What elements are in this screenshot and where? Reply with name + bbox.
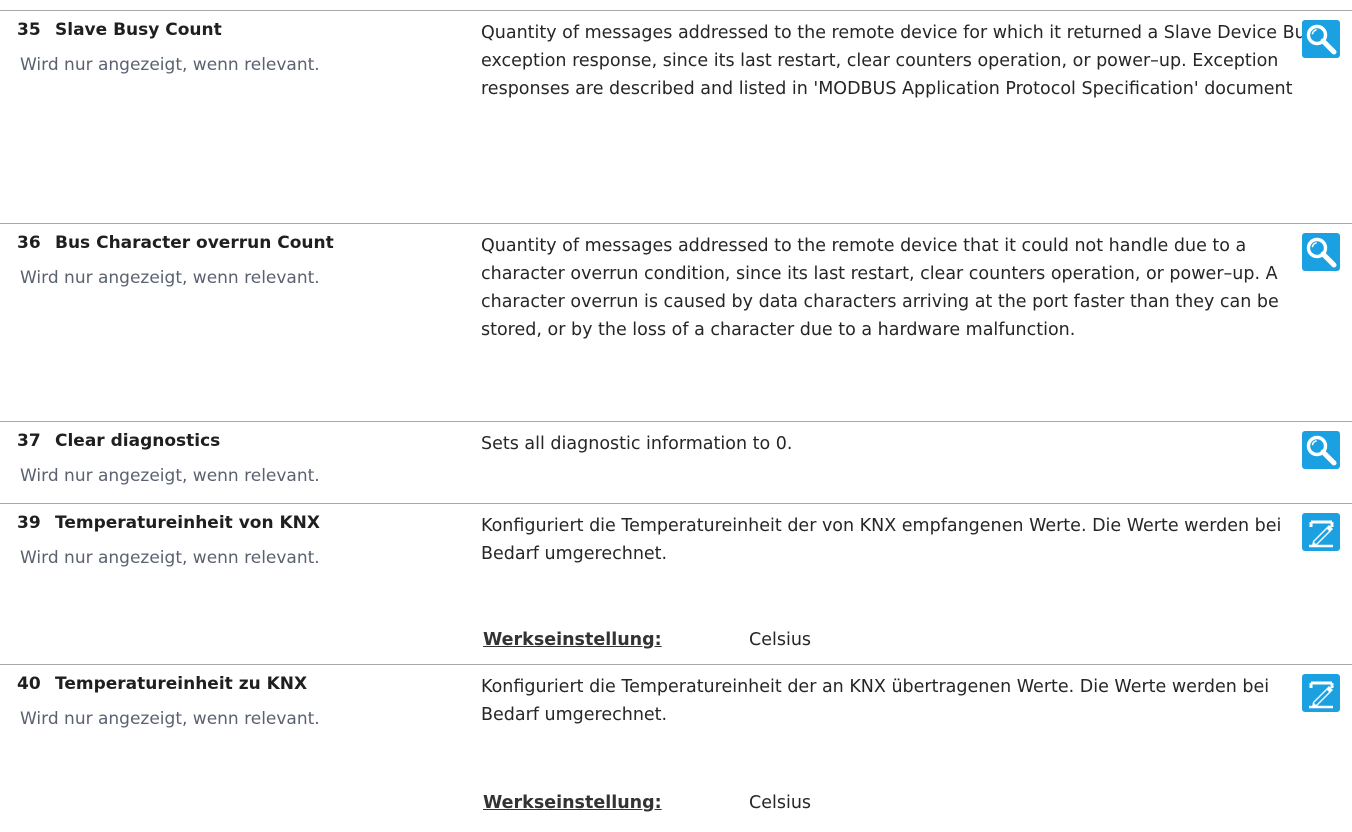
magnifier-icon [1302,431,1340,469]
default-setting: Werkseinstellung: Celsius [483,793,811,813]
parameter-title: Temperatureinheit zu KNX [55,674,308,694]
parameter-description: Konfiguriert die Temperatureinheit der a… [481,677,1270,725]
default-setting-label: Werkseinstellung: [483,630,662,650]
default-setting-label: Werkseinstellung: [483,793,662,813]
default-setting: Werkseinstellung: Celsius [483,630,811,650]
parameter-row-40: 40 Temperatureinheit zu KNX Wird nur ang… [0,664,1352,832]
visibility-note: Wird nur angezeigt, wenn relevant. [20,268,320,288]
default-setting-value: Celsius [749,793,812,813]
magnifier-icon [1302,20,1340,58]
visibility-note: Wird nur angezeigt, wenn relevant. [20,55,320,75]
parameter-row-36: 36 Bus Character overrun Count Wird nur … [0,223,1352,421]
parameter-description: Quantity of messages addressed to the re… [481,236,1279,340]
parameter-description: Sets all diagnostic information to 0. [481,434,793,454]
parameter-table: 35 Slave Busy Count Wird nur angezeigt, … [0,0,1352,832]
default-setting-value: Celsius [749,630,812,650]
parameter-description: Konfiguriert die Temperatureinheit der v… [481,516,1282,564]
visibility-note: Wird nur angezeigt, wenn relevant. [20,466,320,486]
parameter-description: Quantity of messages addressed to the re… [481,23,1326,99]
edit-pen-icon [1302,674,1340,712]
parameter-number: 39 [17,513,41,533]
parameter-row-39: 39 Temperatureinheit von KNX Wird nur an… [0,503,1352,664]
parameter-number: 35 [17,20,41,40]
parameter-number: 40 [17,674,41,694]
parameter-number: 37 [17,431,41,451]
magnifier-icon [1302,233,1340,271]
parameter-title: Temperatureinheit von KNX [55,513,321,533]
parameter-title: Slave Busy Count [55,20,222,40]
parameter-title: Bus Character overrun Count [55,233,334,253]
parameter-row-37: 37 Clear diagnostics Wird nur angezeigt,… [0,421,1352,503]
parameter-row-35: 35 Slave Busy Count Wird nur angezeigt, … [0,10,1352,223]
edit-pen-icon [1302,513,1340,551]
parameter-title: Clear diagnostics [55,431,221,451]
visibility-note: Wird nur angezeigt, wenn relevant. [20,709,320,729]
parameter-number: 36 [17,233,41,253]
visibility-note: Wird nur angezeigt, wenn relevant. [20,548,320,568]
